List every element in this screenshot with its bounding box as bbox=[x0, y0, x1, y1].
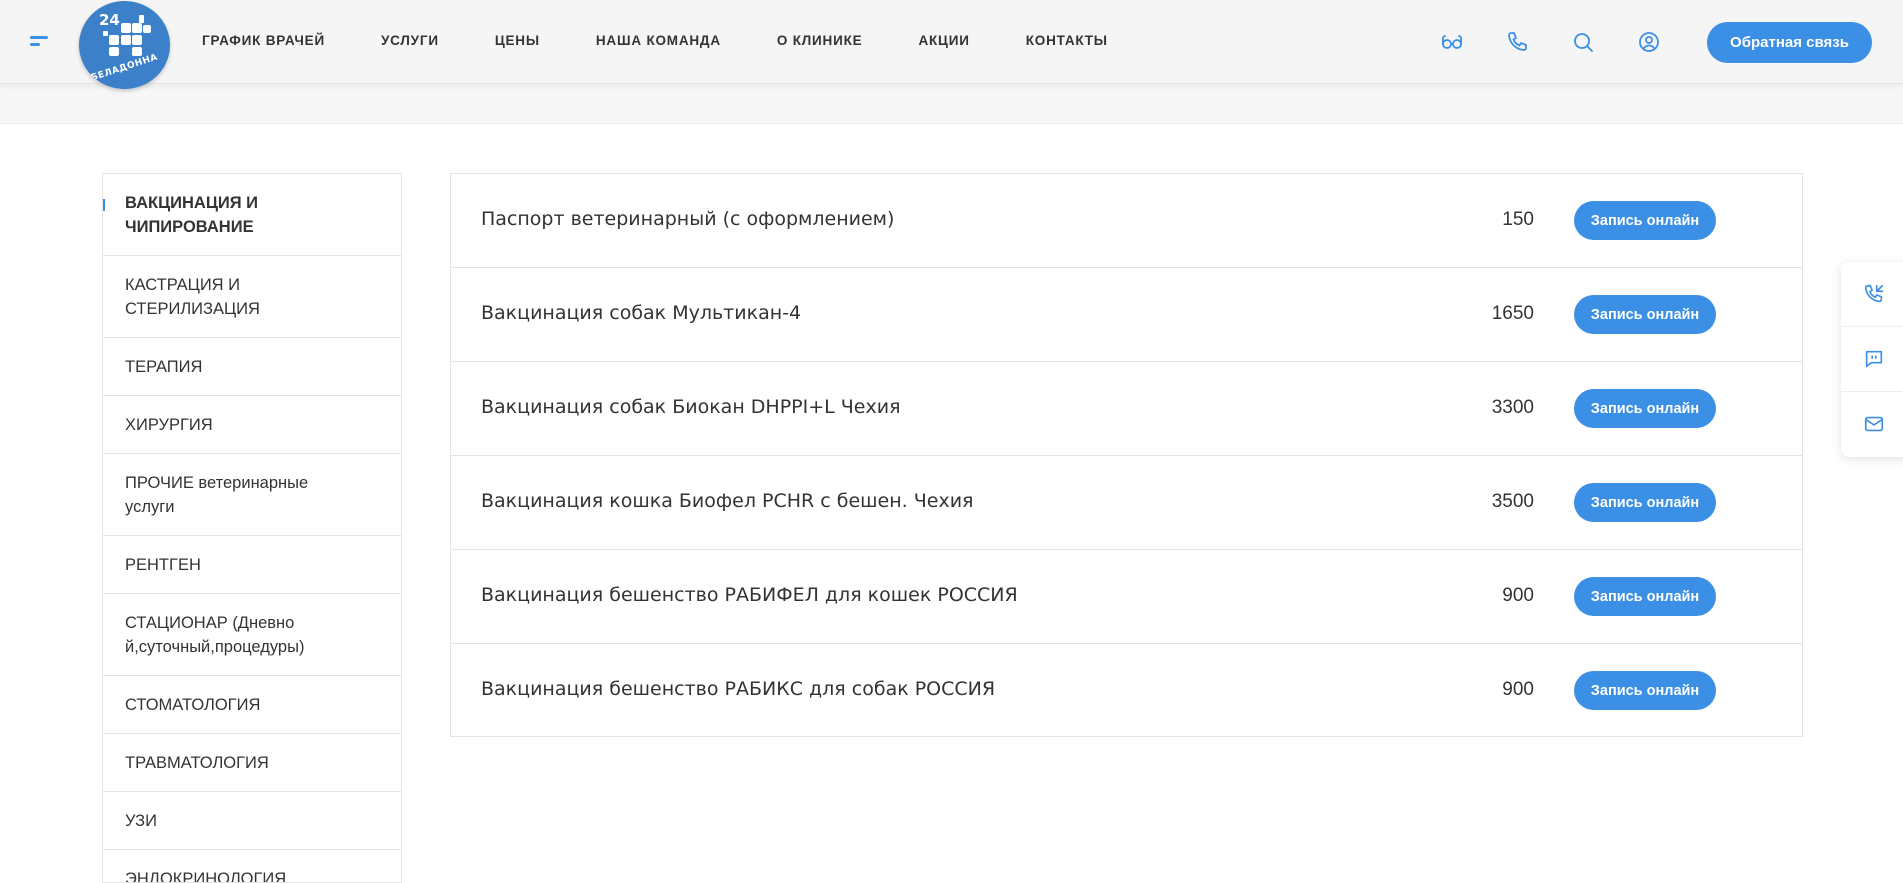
book-online-button[interactable]: Запись онлайн bbox=[1574, 483, 1716, 522]
sidebar-item-vaccination[interactable]: ВАКЦИНАЦИЯ И ЧИПИРОВАНИЕ bbox=[103, 174, 401, 256]
category-sidebar: ВАКЦИНАЦИЯ И ЧИПИРОВАНИЕ КАСТРАЦИЯ И СТЕ… bbox=[102, 173, 402, 883]
sidebar-item-dentistry[interactable]: СТОМАТОЛОГИЯ bbox=[103, 676, 401, 734]
service-name: Вакцинация собак Мультикан-4 bbox=[481, 302, 801, 324]
service-price: 900 bbox=[1502, 585, 1534, 607]
sidebar-item-label: ТРАВМАТОЛОГИЯ bbox=[125, 751, 269, 775]
menu-icon[interactable] bbox=[30, 36, 52, 48]
sidebar-item-label: УЗИ bbox=[125, 809, 157, 833]
nav-team[interactable]: НАША КОМАНДА bbox=[596, 33, 721, 48]
sidebar-item-other[interactable]: ПРОЧИЕ ветеринарные услуги bbox=[103, 454, 401, 536]
book-online-button[interactable]: Запись онлайн bbox=[1574, 201, 1716, 240]
sidebar-item-surgery[interactable]: ХИРУРГИЯ bbox=[103, 396, 401, 454]
site-header: 24 БЕЛАДОННА ГРАФИК ВРАЧЕЙ УСЛУГИ ЦЕНЫ Н… bbox=[0, 0, 1903, 84]
main-nav: ГРАФИК ВРАЧЕЙ УСЛУГИ ЦЕНЫ НАША КОМАНДА О… bbox=[202, 33, 1108, 48]
chat-icon bbox=[1863, 348, 1885, 370]
service-price: 900 bbox=[1502, 679, 1534, 701]
sidebar-item-label: ПРОЧИЕ ветеринарные услуги bbox=[125, 471, 325, 519]
sidebar-item-label: ХИРУРГИЯ bbox=[125, 413, 213, 437]
book-online-button[interactable]: Запись онлайн bbox=[1574, 295, 1716, 334]
table-row: Паспорт ветеринарный (с оформлением) 150… bbox=[451, 174, 1802, 268]
callback-button[interactable] bbox=[1841, 262, 1903, 327]
sidebar-item-label: СТАЦИОНАР (Дневной,суточный,процедуры) bbox=[125, 611, 305, 659]
floating-contact-widget bbox=[1841, 262, 1903, 457]
search-icon[interactable] bbox=[1571, 30, 1595, 54]
service-price: 3300 bbox=[1492, 397, 1534, 419]
service-name: Паспорт ветеринарный (с оформлением) bbox=[481, 208, 894, 230]
nav-promotions[interactable]: АКЦИИ bbox=[918, 33, 969, 48]
phone-icon[interactable] bbox=[1505, 30, 1529, 54]
sidebar-item-label: ТЕРАПИЯ bbox=[125, 355, 202, 379]
service-name: Вакцинация собак Биокан DHPPI+L Чехия bbox=[481, 396, 901, 418]
nav-schedule[interactable]: ГРАФИК ВРАЧЕЙ bbox=[202, 33, 325, 48]
table-row: Вакцинация бешенство РАБИФЕЛ для кошек Р… bbox=[451, 550, 1802, 644]
sidebar-item-label: СТОМАТОЛОГИЯ bbox=[125, 693, 260, 717]
service-price: 3500 bbox=[1492, 491, 1534, 513]
book-online-button[interactable]: Запись онлайн bbox=[1574, 389, 1716, 428]
callback-icon bbox=[1863, 283, 1885, 305]
mail-icon bbox=[1863, 413, 1885, 435]
sidebar-item-hospital[interactable]: СТАЦИОНАР (Дневной,суточный,процедуры) bbox=[103, 594, 401, 676]
sidebar-item-label: РЕНТГЕН bbox=[125, 553, 201, 577]
table-row: Вакцинация собак Мультикан-4 1650 Запись… bbox=[451, 268, 1802, 362]
active-marker bbox=[102, 199, 105, 211]
service-name: Вакцинация кошка Биофел PCHR с бешен. Че… bbox=[481, 490, 973, 512]
user-icon[interactable] bbox=[1637, 30, 1661, 54]
book-online-button[interactable]: Запись онлайн bbox=[1574, 671, 1716, 710]
service-name: Вакцинация бешенство РАБИФЕЛ для кошек Р… bbox=[481, 584, 1018, 606]
service-price: 150 bbox=[1502, 209, 1534, 231]
book-online-button[interactable]: Запись онлайн bbox=[1574, 577, 1716, 616]
sidebar-item-label: ВАКЦИНАЦИЯ И ЧИПИРОВАНИЕ bbox=[125, 191, 275, 239]
table-row: Вакцинация собак Биокан DHPPI+L Чехия 33… bbox=[451, 362, 1802, 456]
chat-button[interactable] bbox=[1841, 327, 1903, 392]
sidebar-item-castration[interactable]: КАСТРАЦИЯ И СТЕРИЛИЗАЦИЯ bbox=[103, 256, 401, 338]
service-name: Вакцинация бешенство РАБИКС для собак РО… bbox=[481, 678, 995, 700]
nav-contacts[interactable]: КОНТАКТЫ bbox=[1026, 33, 1108, 48]
sidebar-item-ultrasound[interactable]: УЗИ bbox=[103, 792, 401, 850]
glasses-icon[interactable] bbox=[1440, 30, 1464, 54]
nav-services[interactable]: УСЛУГИ bbox=[381, 33, 439, 48]
price-table: Паспорт ветеринарный (с оформлением) 150… bbox=[450, 173, 1803, 737]
logo-number: 24 bbox=[99, 11, 120, 29]
table-row: Вакцинация кошка Биофел PCHR с бешен. Че… bbox=[451, 456, 1802, 550]
table-row: Вакцинация бешенство РАБИКС для собак РО… bbox=[451, 644, 1802, 738]
mail-button[interactable] bbox=[1841, 392, 1903, 457]
nav-about[interactable]: О КЛИНИКЕ bbox=[777, 33, 863, 48]
feedback-button[interactable]: Обратная связь bbox=[1707, 22, 1872, 63]
sidebar-item-label: КАСТРАЦИЯ И СТЕРИЛИЗАЦИЯ bbox=[125, 273, 275, 321]
nav-prices[interactable]: ЦЕНЫ bbox=[495, 33, 540, 48]
sidebar-item-therapy[interactable]: ТЕРАПИЯ bbox=[103, 338, 401, 396]
sidebar-item-endocrinology[interactable]: ЭНДОКРИНОЛОГИЯ bbox=[103, 850, 401, 883]
service-price: 1650 bbox=[1492, 303, 1534, 325]
page-band bbox=[0, 84, 1903, 124]
logo[interactable]: 24 БЕЛАДОННА bbox=[79, 1, 170, 89]
sidebar-item-xray[interactable]: РЕНТГЕН bbox=[103, 536, 401, 594]
sidebar-item-label: ЭНДОКРИНОЛОГИЯ bbox=[125, 867, 286, 883]
sidebar-item-traumatology[interactable]: ТРАВМАТОЛОГИЯ bbox=[103, 734, 401, 792]
